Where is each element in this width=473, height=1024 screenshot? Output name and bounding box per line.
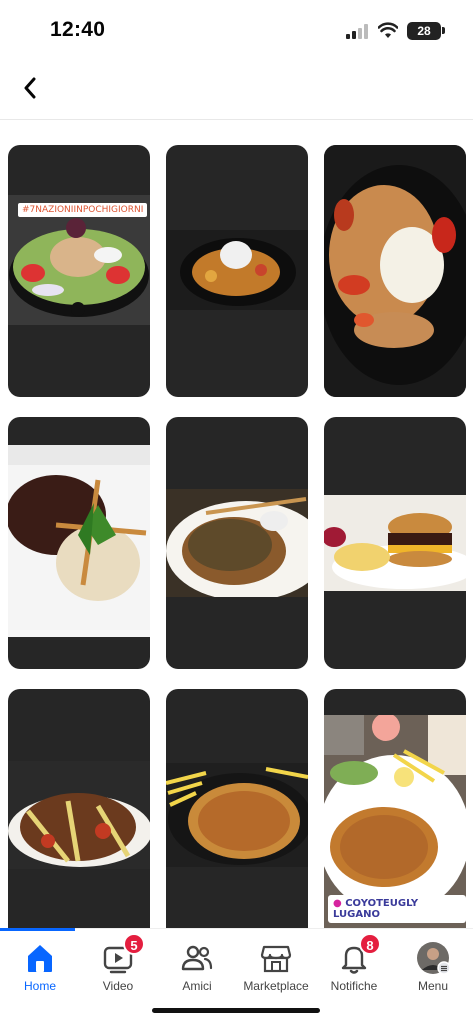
story-tile-3[interactable] <box>324 145 466 397</box>
story-tile-6[interactable] <box>324 417 466 669</box>
tab-notifications-label: Notifiche <box>330 979 378 993</box>
tab-home[interactable]: Home <box>0 939 80 999</box>
battery-icon: 28 <box>407 22 441 40</box>
story-tile-4[interactable] <box>8 417 150 669</box>
active-tab-indicator <box>0 928 75 931</box>
tab-friends-label: Amici <box>182 979 212 993</box>
status-time: 12:40 <box>50 18 106 41</box>
pasta-photo <box>8 761 150 869</box>
story-tile-7[interactable] <box>8 689 150 941</box>
battery-tip <box>442 27 445 34</box>
status-bar: 12:40 28 <box>0 0 473 62</box>
top-nav <box>0 62 473 120</box>
story-tile-2[interactable] <box>166 145 308 397</box>
home-icon <box>28 945 52 972</box>
story-tile-8[interactable] <box>166 689 308 941</box>
story-tile-1[interactable]: #7NAZIONIINPOCHIGIORNI <box>8 145 150 397</box>
notifications-badge: 8 <box>359 933 381 955</box>
location-label: COYOTEUGLY LUGANO <box>333 898 419 920</box>
tab-marketplace-label: Marketplace <box>243 979 309 993</box>
back-button[interactable] <box>14 72 46 104</box>
tab-marketplace[interactable]: Marketplace <box>236 939 316 999</box>
hashtag-sticker: #7NAZIONIINPOCHIGIORNI <box>18 203 148 217</box>
video-badge: 5 <box>123 933 145 955</box>
rice-plate-photo <box>166 230 308 310</box>
wifi-icon <box>378 22 398 38</box>
home-indicator <box>152 1008 320 1013</box>
steak-rice-photo <box>8 445 150 637</box>
tab-menu-label: Menu <box>417 979 449 993</box>
steak-sauce-photo <box>166 489 308 597</box>
story-tile-5[interactable] <box>166 417 308 669</box>
tab-friends[interactable]: Amici <box>157 939 237 999</box>
tab-video[interactable]: 5 Video <box>78 933 158 999</box>
chevron-left-icon <box>24 77 36 99</box>
tab-notifications[interactable]: 8 Notifiche <box>314 933 394 999</box>
story-tile-9[interactable]: ● COYOTEUGLY LUGANO <box>324 689 466 941</box>
chicken-rice-photo <box>324 145 466 397</box>
cellular-signal-icon <box>346 24 368 39</box>
avatar-icon <box>417 942 450 975</box>
marketplace-icon <box>260 945 292 973</box>
location-sticker: ● COYOTEUGLY LUGANO <box>328 895 466 923</box>
friends-icon <box>181 945 213 971</box>
tab-home-label: Home <box>23 979 56 993</box>
schnitzel-fries-photo <box>166 763 308 867</box>
tab-menu[interactable]: Menu <box>393 939 473 999</box>
tab-video-label: Video <box>102 979 134 993</box>
burger-photo <box>324 495 466 591</box>
battery-level: 28 <box>417 24 431 38</box>
location-pin-icon: ● <box>333 898 342 909</box>
